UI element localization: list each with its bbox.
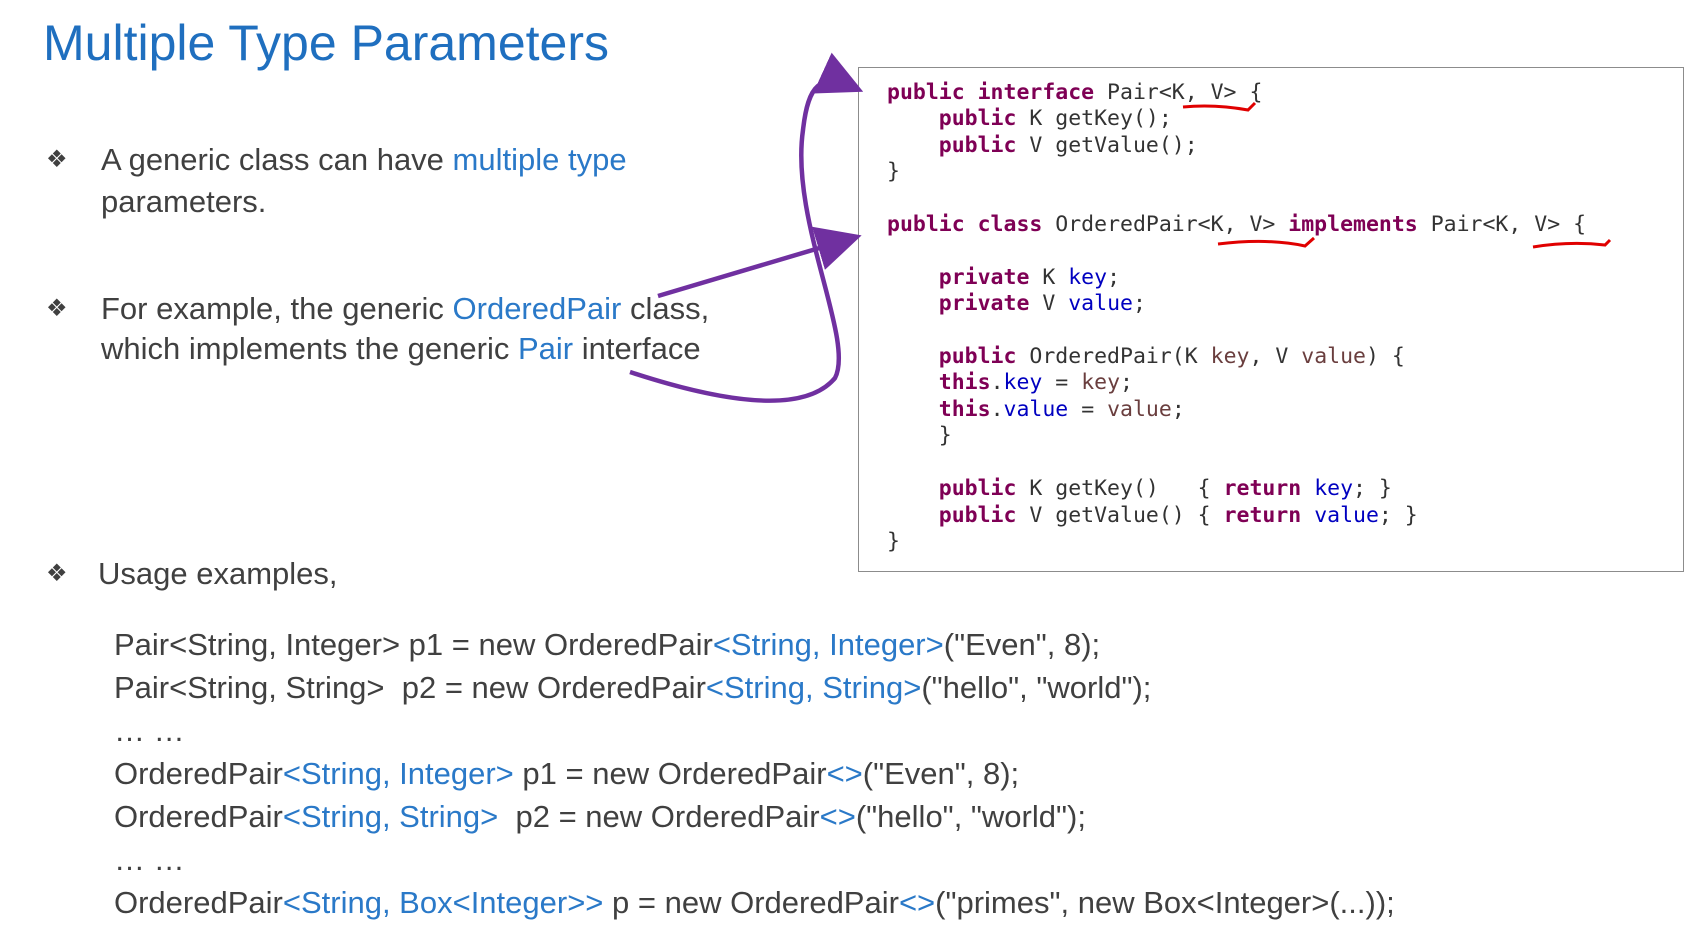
bullet-2-orderedpair: OrderedPair	[452, 291, 622, 326]
bullet-2-text: For example, the generic	[101, 291, 453, 326]
usage-line: Pair<String, Integer> p1 = new OrderedPa…	[114, 627, 1101, 662]
bullet-diamond-icon: ❖	[46, 295, 68, 322]
bullet-1-text: A generic class can have	[101, 142, 453, 177]
bullet-3-text: Usage examples,	[98, 556, 338, 591]
bullet-diamond-icon: ❖	[46, 560, 68, 587]
code-box: public interface Pair<K, V> { public K g…	[858, 67, 1684, 572]
bullet-2-pair: Pair	[517, 331, 574, 366]
usage-line: OrderedPair<String, Box<Integer>> p = ne…	[114, 885, 1395, 920]
bullet-diamond-icon: ❖	[46, 146, 68, 173]
usage-ellipsis: … …	[114, 713, 185, 748]
usage-line: Pair<String, String> p2 = new OrderedPai…	[114, 670, 1152, 705]
slide-title: Multiple Type Parameters	[43, 15, 609, 71]
bullet-2-line2: which implements the generic	[101, 331, 518, 366]
usage-ellipsis: … …	[114, 842, 185, 877]
usage-line: OrderedPair<String, String> p2 = new Ord…	[114, 799, 1086, 834]
code-listing: public interface Pair<K, V> { public K g…	[887, 80, 1587, 554]
bullet-1-highlight: multiple type	[452, 142, 627, 177]
usage-line: OrderedPair<String, Integer> p1 = new Or…	[114, 756, 1020, 791]
bullet-2-text-end: class,	[621, 291, 710, 326]
bullet-1-line2: parameters.	[101, 184, 267, 219]
usage-examples: Pair<String, Integer> p1 = new OrderedPa…	[114, 623, 1395, 924]
bullet-2-line2-end: interface	[573, 331, 701, 366]
